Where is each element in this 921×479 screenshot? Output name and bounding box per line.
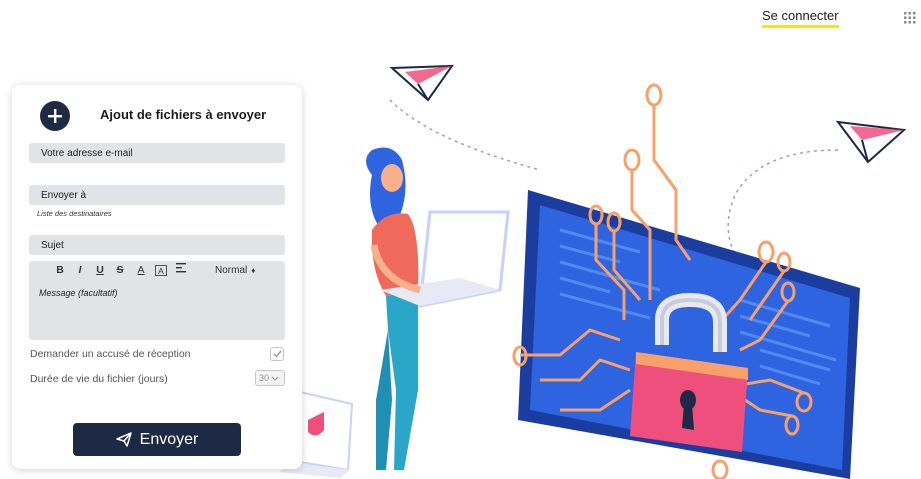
chevron-down-icon [271, 376, 279, 381]
message-editor[interactable]: Message (facultatif) [29, 280, 285, 340]
login-link[interactable]: Se connecter [762, 8, 839, 28]
email-field[interactable] [29, 143, 285, 163]
receipt-checkbox[interactable] [270, 347, 284, 361]
heading-select[interactable]: Normal ♦ [215, 263, 255, 278]
send-label: Envoyer [139, 430, 199, 448]
recipients-hint: Liste des destinataires [37, 209, 112, 218]
text-color-button[interactable]: A [135, 263, 147, 278]
subject-field[interactable] [29, 235, 285, 255]
lifetime-label: Durée de vie du fichier (jours) [30, 373, 168, 385]
grid-icon[interactable] [904, 12, 916, 24]
receipt-label: Demander un accusé de réception [30, 348, 191, 360]
paper-plane-illustration-right [835, 120, 907, 164]
editor-toolbar: B I U S A A Normal ♦ [29, 261, 285, 280]
strike-button[interactable]: S [114, 263, 126, 278]
form-title: Ajout de fichiers à envoyer [100, 107, 267, 122]
heading-select-value: Normal [215, 265, 248, 276]
message-placeholder: Message (facultatif) [39, 288, 118, 298]
lifetime-value: 30 [259, 373, 270, 383]
underline-button[interactable]: U [94, 263, 106, 278]
updown-caret-icon: ♦ [251, 266, 256, 275]
plus-icon [48, 109, 62, 123]
person-illustration [366, 147, 510, 470]
align-button[interactable] [175, 263, 187, 278]
align-left-icon [175, 263, 186, 273]
paper-plane-illustration-left [389, 64, 454, 102]
lifetime-select[interactable]: 30 [255, 370, 285, 386]
add-files-button[interactable] [40, 101, 70, 131]
send-button[interactable]: Envoyer [73, 423, 241, 456]
background-color-button[interactable]: A [155, 265, 167, 276]
recipients-field[interactable] [29, 185, 285, 205]
paper-plane-icon [115, 432, 132, 447]
upload-form-card: Ajout de fichiers à envoyer Liste des de… [12, 85, 302, 469]
bold-button[interactable]: B [54, 263, 66, 278]
check-icon [273, 350, 282, 358]
italic-button[interactable]: I [74, 263, 86, 278]
